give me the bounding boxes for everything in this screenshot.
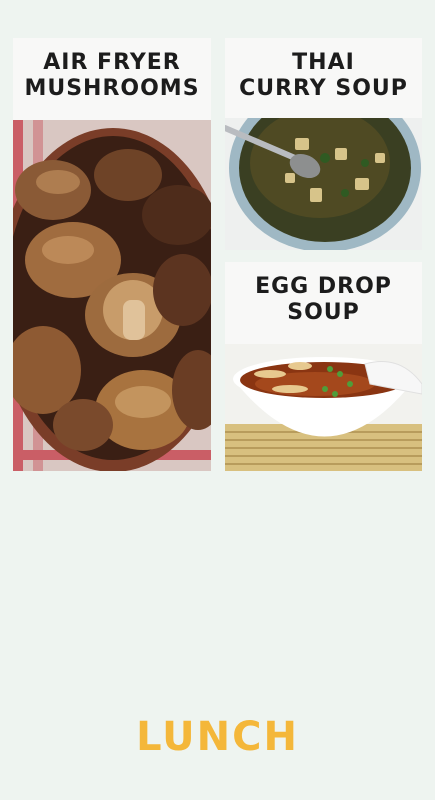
recipe-card-thai-curry-soup[interactable]: THAI CURRY SOUP [225,38,422,250]
recipe-title-line-2: CURRY SOUP [239,75,408,101]
thai-curry-soup-photo [225,84,422,250]
egg-drop-soup-photo [225,344,422,471]
recipe-card-title: AIR FRYER MUSHROOMS [13,38,211,120]
category-label-lunch: LUNCH [136,714,299,760]
recipe-title-line-2: SOUP [287,299,360,325]
recipe-title-line-1: EGG DROP [255,274,392,299]
recipe-card-title: THAI CURRY SOUP [225,38,422,118]
recipe-card-air-fryer-mushrooms[interactable]: AIR FRYER MUSHROOMS [13,38,211,471]
recipe-title-line-2: MUSHROOMS [24,75,200,101]
recipe-card-title: EGG DROP SOUP [225,262,422,344]
recipe-card-egg-drop-soup[interactable]: EGG DROP SOUP [225,262,422,471]
air-fryer-mushrooms-photo [13,120,211,471]
recipe-title-line-1: AIR FRYER [43,50,181,75]
recipe-title-line-1: THAI [292,50,355,75]
